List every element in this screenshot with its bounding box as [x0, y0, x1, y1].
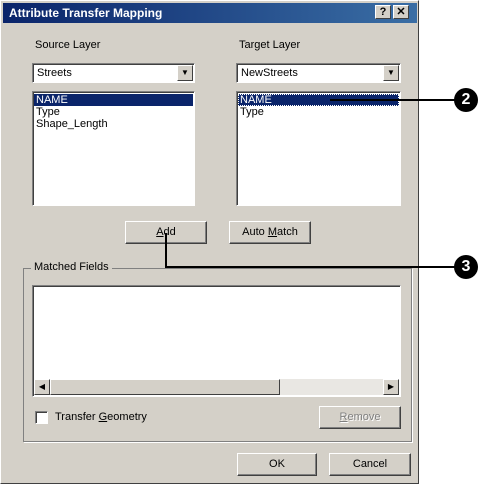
callout-3-line-horizontal [165, 266, 458, 268]
scroll-right-icon[interactable]: ▶ [383, 379, 399, 395]
callout-3: 3 [454, 255, 478, 279]
transfer-geometry-hotkey: G [98, 411, 108, 423]
close-button[interactable]: ✕ [393, 5, 409, 19]
callout-3-line-vertical [165, 233, 167, 267]
source-field-item[interactable]: Shape_Length [34, 118, 193, 130]
transfer-geometry-label-post: eometry [107, 411, 147, 423]
callout-2-line [330, 99, 458, 101]
chevron-down-icon[interactable]: ▼ [177, 65, 193, 81]
target-field-item[interactable]: Type [238, 106, 399, 118]
scroll-left-icon[interactable]: ◀ [34, 379, 50, 395]
transfer-geometry-label[interactable]: Transfer Geometry [55, 411, 147, 423]
target-layer-value: NewStreets [241, 67, 298, 79]
scroll-thumb[interactable] [50, 379, 280, 395]
source-layer-value: Streets [37, 67, 72, 79]
attribute-transfer-mapping-dialog: Attribute Transfer Mapping ? ✕ Source La… [0, 0, 419, 484]
ok-button[interactable]: OK [237, 453, 317, 476]
matched-fields-list[interactable]: ◀ ▶ [32, 285, 401, 397]
source-field-item[interactable]: Type [34, 106, 193, 118]
dialog-title: Attribute Transfer Mapping [9, 6, 163, 20]
remove-button-label-post: emove [347, 411, 381, 423]
source-field-item[interactable]: NAME [34, 94, 193, 106]
remove-button[interactable]: Remove [319, 406, 401, 429]
add-button-hotkey: A [156, 226, 164, 238]
target-fields-list[interactable]: NAME Type [236, 91, 401, 206]
auto-match-hotkey: M [267, 226, 278, 238]
title-bar: Attribute Transfer Mapping [3, 3, 417, 23]
auto-match-label-post: atch [277, 226, 298, 238]
callout-2: 2 [454, 88, 478, 112]
auto-match-label-pre: Auto [242, 226, 268, 238]
source-layer-select[interactable]: Streets ▼ [32, 63, 195, 83]
source-layer-label: Source Layer [35, 39, 101, 51]
target-layer-label: Target Layer [239, 39, 301, 51]
target-layer-select[interactable]: NewStreets ▼ [236, 63, 401, 83]
matched-fields-label: Matched Fields [31, 261, 112, 273]
chevron-down-icon[interactable]: ▼ [383, 65, 399, 81]
transfer-geometry-label-pre: Transfer [55, 411, 99, 423]
horizontal-scrollbar[interactable]: ◀ ▶ [34, 379, 399, 395]
transfer-geometry-checkbox[interactable] [35, 411, 48, 424]
auto-match-button[interactable]: Auto Match [229, 221, 311, 244]
cancel-button[interactable]: Cancel [329, 453, 411, 476]
source-fields-list[interactable]: NAME Type Shape_Length [32, 91, 195, 206]
help-button[interactable]: ? [375, 5, 391, 19]
